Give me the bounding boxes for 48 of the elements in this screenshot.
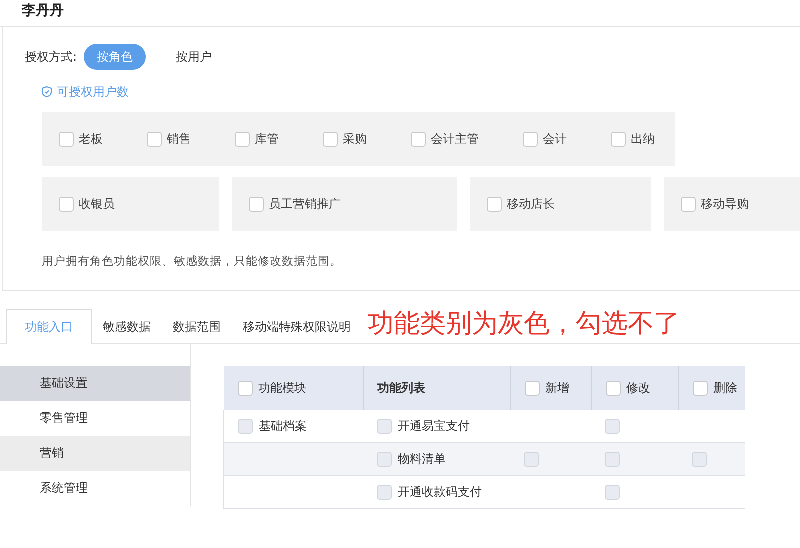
checkbox[interactable]: [606, 380, 620, 396]
table-cell: 开通收款码支付: [398, 484, 482, 500]
role-label: 销售: [167, 130, 191, 148]
checkbox[interactable]: [59, 196, 74, 212]
sidebar-item[interactable]: 系统管理: [0, 471, 190, 506]
checkbox[interactable]: [235, 132, 250, 146]
sidebar-item[interactable]: 零售管理: [0, 401, 190, 436]
role-label: 员工营销推广: [269, 196, 341, 212]
role-label: 移动导购: [701, 196, 749, 212]
checkbox[interactable]: [487, 196, 502, 212]
checkbox[interactable]: [611, 132, 626, 146]
role-label: 会计主管: [431, 130, 479, 148]
checkbox[interactable]: [59, 132, 74, 146]
table-cell: 开通易宝支付: [398, 418, 470, 434]
note-text: 用户拥有角色功能权限、敏感数据，只能修改数据范围。: [42, 254, 343, 269]
sidebar-item[interactable]: 基础设置: [0, 366, 190, 401]
tab[interactable]: 敏感数据: [92, 309, 162, 344]
auth-mode-option[interactable]: 按用户: [163, 44, 226, 70]
checkbox[interactable]: [411, 132, 426, 146]
checkbox[interactable]: [147, 132, 162, 146]
sidebar-item[interactable]: 营销: [0, 436, 190, 471]
tab[interactable]: 移动端特殊权限说明: [232, 309, 362, 344]
annotation-text: 功能类别为灰色，勾选不了: [368, 308, 680, 341]
checkbox[interactable]: [249, 196, 264, 212]
role-label: 移动店长: [507, 196, 555, 212]
role-label: 老板: [79, 130, 103, 148]
checkbox[interactable]: [238, 380, 252, 396]
table-cell: 基础档案: [259, 418, 307, 434]
role-label: 库管: [255, 130, 279, 148]
checkbox[interactable]: [524, 380, 540, 396]
user-name: 李丹丹: [22, 3, 64, 19]
checkbox[interactable]: [681, 196, 696, 212]
column-header: 修改: [626, 380, 650, 396]
table-cell: 物料清单: [398, 450, 446, 468]
tab[interactable]: 数据范围: [162, 309, 232, 344]
role-label: 会计: [543, 130, 567, 148]
checkbox[interactable]: [523, 132, 538, 146]
checkbox[interactable]: [323, 132, 338, 146]
role-label: 出纳: [631, 130, 655, 148]
column-header: 删除: [714, 380, 738, 396]
shield-icon: [41, 86, 53, 98]
role-label: 收银员: [79, 196, 115, 212]
column-header: 功能模块: [258, 380, 306, 396]
role-label: 采购: [343, 130, 367, 148]
column-header: 新增: [546, 380, 570, 396]
checkbox[interactable]: [692, 380, 708, 396]
auth-mode-label: 授权方式:: [25, 48, 78, 66]
column-header: 功能列表: [378, 380, 426, 396]
